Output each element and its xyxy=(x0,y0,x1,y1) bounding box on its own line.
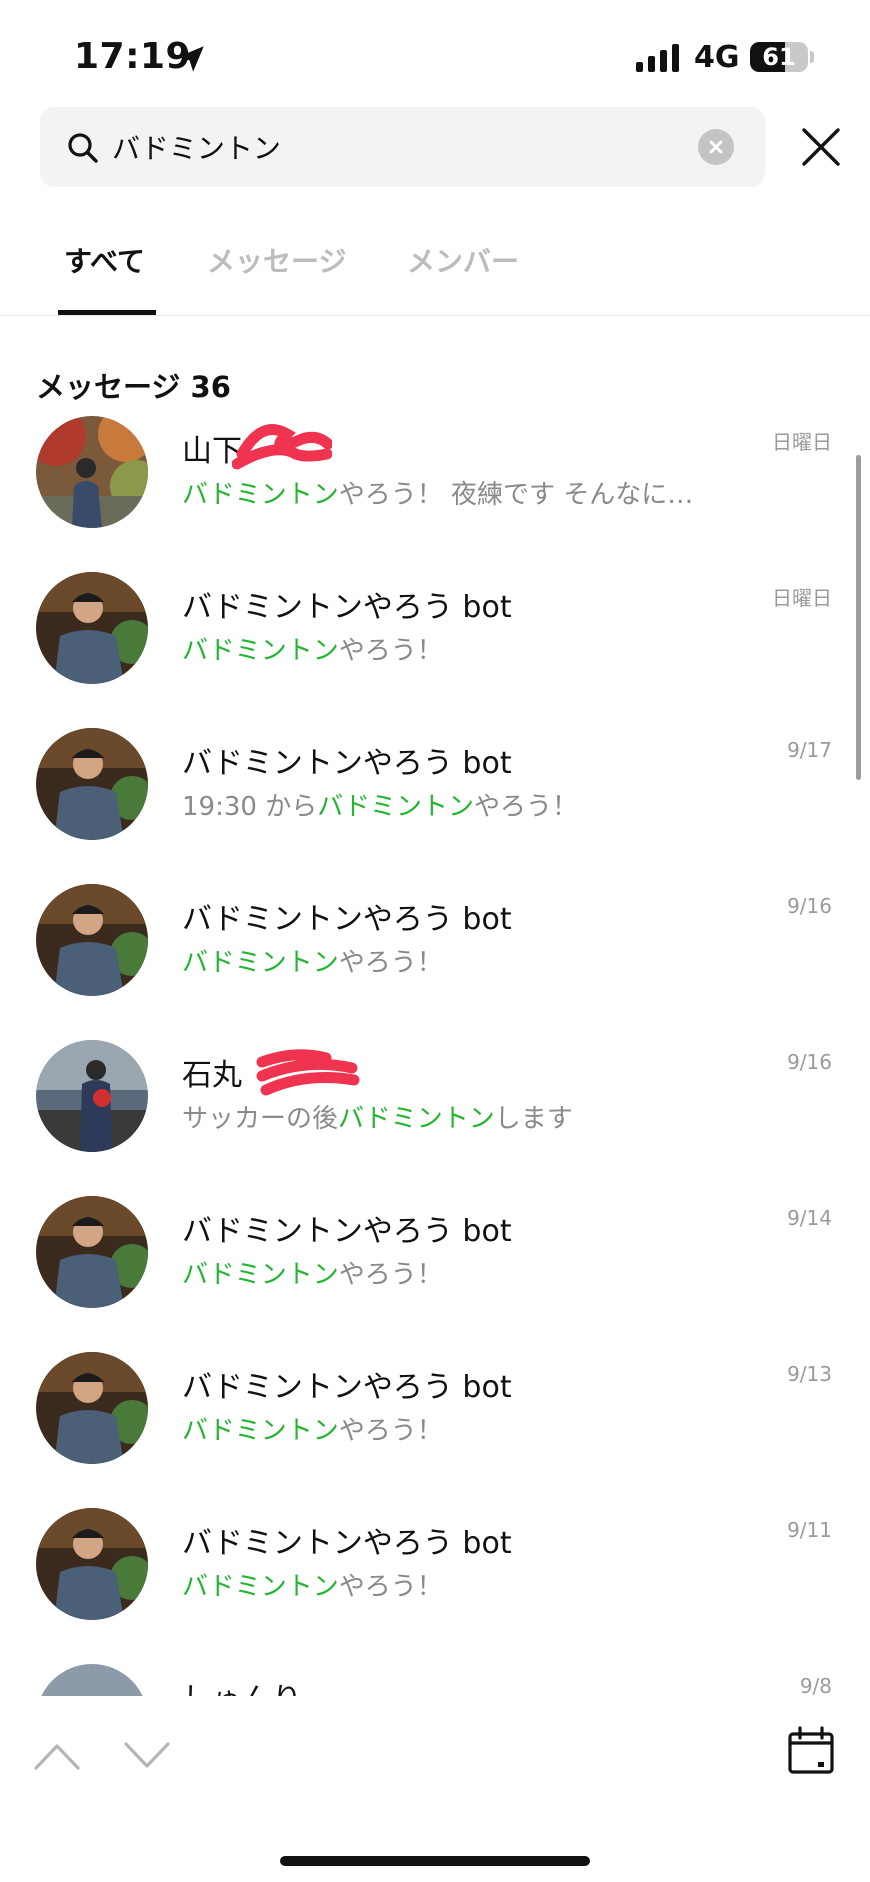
cellular-signal-icon xyxy=(636,44,679,72)
battery-percent: 61 xyxy=(762,43,796,71)
result-message: バドミントンやろう！ 夜練です そんなに… xyxy=(182,480,694,510)
list-item[interactable]: バドミントンやろう bot バドミントンやろう！ 日曜日 xyxy=(0,556,870,712)
result-date: 9/16 xyxy=(787,1050,832,1074)
result-date: 9/13 xyxy=(787,1362,832,1386)
search-icon xyxy=(68,133,98,163)
network-type: 4G xyxy=(694,40,740,75)
clear-x-icon xyxy=(709,140,723,154)
list-item[interactable]: バドミントンやろう bot バドミントンやろう！ 9/14 xyxy=(0,1180,870,1336)
result-date: 日曜日 xyxy=(772,586,832,610)
calendar-icon[interactable] xyxy=(786,1726,836,1776)
result-name: 石丸 xyxy=(182,1058,242,1093)
battery-cap xyxy=(810,51,814,63)
battery-icon: 61 xyxy=(750,42,808,72)
result-date: 9/8 xyxy=(799,1674,832,1696)
redaction-mark xyxy=(232,424,332,470)
home-indicator xyxy=(280,1856,590,1866)
result-date: 9/17 xyxy=(787,738,832,762)
tab-members[interactable]: メンバー xyxy=(407,240,519,280)
avatar xyxy=(36,728,148,840)
result-message: バドミントンやろう！ xyxy=(182,1572,443,1602)
result-list: 山下 バドミントンやろう！ 夜練です そんなに… 日曜日 バドミントンやろう b… xyxy=(0,400,870,1696)
result-name: バドミントンやろう bot xyxy=(182,1370,512,1405)
result-name: バドミントンやろう bot xyxy=(182,1526,512,1561)
tab-messages[interactable]: メッセージ xyxy=(207,240,346,280)
avatar xyxy=(36,1664,148,1696)
bottom-toolbar xyxy=(0,1696,870,1882)
result-message: バドミントンやろう！ xyxy=(182,1260,443,1290)
list-item[interactable]: バドミントンやろう bot バドミントンやろう！ 9/16 xyxy=(0,868,870,1024)
avatar xyxy=(36,416,148,528)
avatar xyxy=(36,1352,148,1464)
avatar xyxy=(36,1508,148,1620)
search-input[interactable] xyxy=(112,107,672,191)
list-item[interactable]: 山下 バドミントンやろう！ 夜練です そんなに… 日曜日 xyxy=(0,400,870,556)
avatar xyxy=(36,884,148,996)
list-item[interactable]: しゅんり 9/8 xyxy=(0,1648,870,1696)
tab-bar: すべて メッセージ メンバー xyxy=(0,220,870,316)
active-tab-indicator xyxy=(58,310,156,315)
list-item[interactable]: バドミントンやろう bot 19:30 からバドミントンやろう！ 9/17 xyxy=(0,712,870,868)
result-name: しゅんり xyxy=(182,1674,302,1696)
result-message: サッカーの後バドミントンします xyxy=(182,1104,573,1134)
scrollbar[interactable] xyxy=(856,455,861,780)
close-icon[interactable] xyxy=(800,126,842,168)
result-date: 日曜日 xyxy=(772,430,832,454)
status-bar: 17:19 4G 61 xyxy=(0,0,870,100)
result-message: バドミントンやろう！ xyxy=(182,1416,443,1446)
clear-search-button[interactable] xyxy=(698,129,734,165)
result-date: 9/16 xyxy=(787,894,832,918)
list-item[interactable]: バドミントンやろう bot バドミントンやろう！ 9/11 xyxy=(0,1492,870,1648)
result-date: 9/11 xyxy=(787,1518,832,1542)
tab-all[interactable]: すべて xyxy=(64,240,145,280)
redaction-mark xyxy=(256,1049,360,1096)
result-date: 9/14 xyxy=(787,1206,832,1230)
result-name: バドミントンやろう bot xyxy=(182,1214,512,1249)
avatar xyxy=(36,1040,148,1152)
result-message: 19:30 からバドミントンやろう！ xyxy=(182,792,578,822)
result-name: バドミントンやろう bot xyxy=(182,590,512,625)
list-item[interactable]: バドミントンやろう bot バドミントンやろう！ 9/13 xyxy=(0,1336,870,1492)
chevron-down-icon[interactable] xyxy=(122,1738,172,1774)
result-message: バドミントンやろう！ xyxy=(182,948,443,978)
avatar xyxy=(36,572,148,684)
result-name: バドミントンやろう bot xyxy=(182,902,512,937)
search-box[interactable] xyxy=(40,107,765,191)
avatar xyxy=(36,1196,148,1308)
result-message: バドミントンやろう！ xyxy=(182,636,443,666)
chevron-up-icon[interactable] xyxy=(32,1738,82,1774)
list-item[interactable]: 石丸 サッカーの後バドミントンします 9/16 xyxy=(0,1024,870,1180)
result-name: バドミントンやろう bot xyxy=(182,746,512,781)
location-arrow-icon xyxy=(178,46,204,72)
